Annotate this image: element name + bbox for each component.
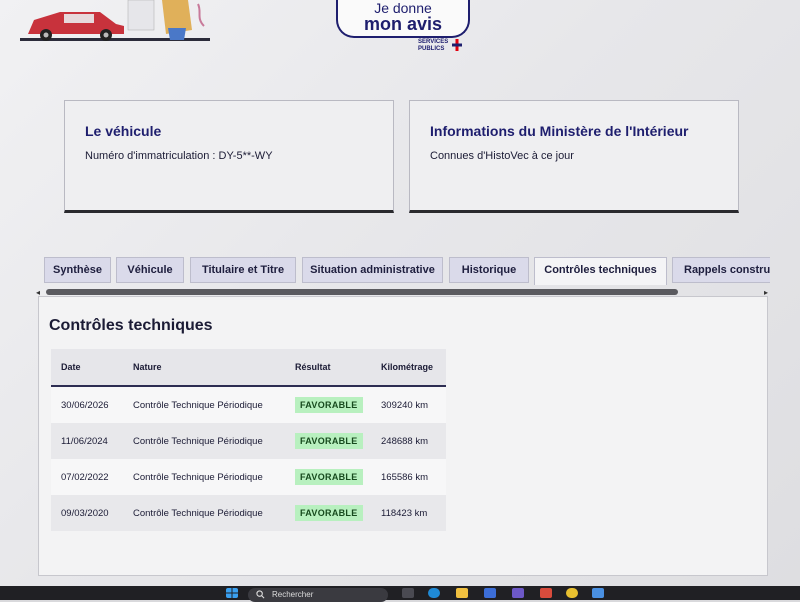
edge-icon[interactable]: [428, 588, 440, 598]
os-taskbar: Rechercher: [0, 586, 800, 602]
panel-title: Contrôles techniques: [49, 317, 213, 334]
teams-icon[interactable]: [512, 588, 524, 598]
logo-line2: PUBLICS: [418, 46, 445, 52]
column-header-nature: Nature: [123, 349, 285, 387]
vehicle-card: Le véhicule Numéro d'immatriculation : D…: [64, 100, 394, 213]
row-date: 30/06/2026: [51, 386, 123, 423]
chrome-icon[interactable]: [566, 588, 578, 598]
feedback-badge-line2: mon avis: [363, 14, 443, 34]
ministry-card: Informations du Ministère de l'Intérieur…: [409, 100, 739, 213]
row-nature: Contrôle Technique Périodique: [123, 459, 285, 495]
vehicle-card-registration: Numéro d'immatriculation : DY-5**-WY: [85, 150, 273, 162]
row-date: 11/06/2024: [51, 423, 123, 459]
tab-controles-techniques[interactable]: Contrôles techniques: [534, 257, 667, 285]
row-km: 118423 km: [371, 495, 446, 531]
row-date: 07/02/2022: [51, 459, 123, 495]
services-publics-logo: SERVICES PUBLICS: [418, 39, 462, 53]
table-header-row: Date Nature Résultat Kilométrage: [51, 349, 446, 387]
search-icon: [256, 590, 265, 599]
controles-panel: Contrôles techniques Date Nature Résulta…: [38, 296, 768, 576]
tab-scrollbar[interactable]: ◂ ▸: [36, 288, 768, 297]
tab-synthese[interactable]: Synthèse: [44, 257, 111, 283]
feedback-badge[interactable]: Je donne mon avis: [336, 0, 470, 38]
table-row: 30/06/2026 Contrôle Technique Périodique…: [51, 386, 446, 423]
app-icon[interactable]: [592, 588, 604, 598]
result-badge: FAVORABLE: [295, 469, 363, 485]
row-km: 309240 km: [371, 386, 446, 423]
table-row: 07/02/2022 Contrôle Technique Périodique…: [51, 459, 446, 495]
column-header-result: Résultat: [285, 349, 371, 387]
plus-logo-icon: [452, 39, 462, 51]
office-icon[interactable]: [540, 588, 552, 598]
scroll-thumb[interactable]: [46, 289, 678, 295]
tab-historique[interactable]: Historique: [449, 257, 529, 283]
result-badge: FAVORABLE: [295, 433, 363, 449]
browser-viewport: Je donne mon avis SERVICES PUBLICS Le vé…: [0, 0, 800, 586]
row-result-cell: FAVORABLE: [285, 459, 371, 495]
logo-line1: SERVICES: [418, 39, 449, 45]
ministry-card-text: Connues d'HistoVec à ce jour: [430, 150, 574, 162]
row-date: 09/03/2020: [51, 495, 123, 531]
row-nature: Contrôle Technique Périodique: [123, 495, 285, 531]
table-row: 11/06/2024 Contrôle Technique Périodique…: [51, 423, 446, 459]
result-badge: FAVORABLE: [295, 505, 363, 521]
row-nature: Contrôle Technique Périodique: [123, 386, 285, 423]
controles-table: Date Nature Résultat Kilométrage 30/06/2…: [51, 349, 446, 531]
tab-titulaire[interactable]: Titulaire et Titre: [190, 257, 296, 283]
ministry-card-title: Informations du Ministère de l'Intérieur: [430, 123, 689, 139]
row-nature: Contrôle Technique Périodique: [123, 423, 285, 459]
store-icon[interactable]: [484, 588, 496, 598]
row-result-cell: FAVORABLE: [285, 423, 371, 459]
feedback-badge-line1: Je donne: [374, 0, 432, 16]
task-view-icon[interactable]: [402, 588, 414, 598]
row-result-cell: FAVORABLE: [285, 386, 371, 423]
hero-illustration: [20, 0, 210, 41]
column-header-date: Date: [51, 349, 123, 387]
row-result-cell: FAVORABLE: [285, 495, 371, 531]
row-km: 165586 km: [371, 459, 446, 495]
column-header-km: Kilométrage: [371, 349, 446, 387]
table-row: 09/03/2020 Contrôle Technique Périodique…: [51, 495, 446, 531]
result-badge: FAVORABLE: [295, 397, 363, 413]
tab-rappels-constructeur[interactable]: Rappels constru: [672, 257, 770, 283]
tab-situation-administrative[interactable]: Situation administrative: [302, 257, 443, 283]
tab-vehicule[interactable]: Véhicule: [116, 257, 184, 283]
row-km: 248688 km: [371, 423, 446, 459]
vehicle-card-title: Le véhicule: [85, 123, 162, 139]
start-icon[interactable]: [226, 588, 238, 598]
tab-bar: Synthèse Véhicule Titulaire et Titre Sit…: [44, 257, 770, 285]
file-explorer-icon[interactable]: [456, 588, 468, 598]
